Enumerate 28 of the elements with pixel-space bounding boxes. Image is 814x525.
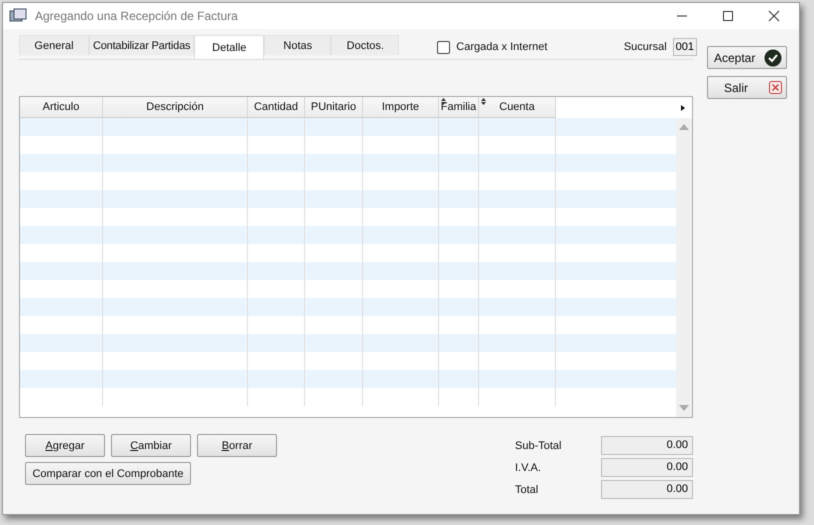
accept-button[interactable]: Aceptar — [707, 46, 787, 69]
tab[interactable]: General — [19, 35, 89, 55]
column-header[interactable]: Cantidad — [248, 97, 305, 118]
total-field: 0.00 — [601, 480, 693, 499]
action-button[interactable]: Agregar — [25, 434, 105, 457]
column-header[interactable]: PUnitario — [305, 97, 363, 118]
column-header[interactable]: Importe — [363, 97, 439, 118]
tab[interactable]: Detalle — [194, 35, 264, 59]
column-header[interactable]: Cuenta — [479, 97, 556, 118]
column-header[interactable]: Familia — [439, 97, 479, 118]
sucursal-field[interactable]: 001 — [672, 38, 697, 56]
window-title: Agregando una Recepción de Factura — [35, 9, 238, 23]
tab[interactable]: Notas — [264, 35, 332, 55]
action-button[interactable]: Cambiar — [111, 434, 191, 457]
column-header[interactable]: Articulo — [20, 97, 103, 118]
tab[interactable]: Doctos. — [331, 35, 400, 55]
exit-button[interactable]: Salir — [707, 76, 787, 99]
action-button[interactable]: Borrar — [197, 434, 277, 457]
compare-button[interactable]: Comparar con el Comprobante — [25, 462, 191, 485]
total-field: 0.00 — [601, 436, 693, 455]
total-label: I.V.A. — [515, 462, 542, 474]
total-field: 0.00 — [601, 458, 693, 477]
sucursal-label: Sucursal — [624, 41, 667, 53]
tab[interactable]: Contabilizar Partidas — [89, 35, 194, 55]
total-label: Sub-Total — [515, 440, 562, 452]
checkbox-label: Cargada x Internet — [456, 41, 548, 53]
column-header[interactable]: Descripción — [103, 97, 248, 118]
total-label: Total — [515, 484, 540, 496]
